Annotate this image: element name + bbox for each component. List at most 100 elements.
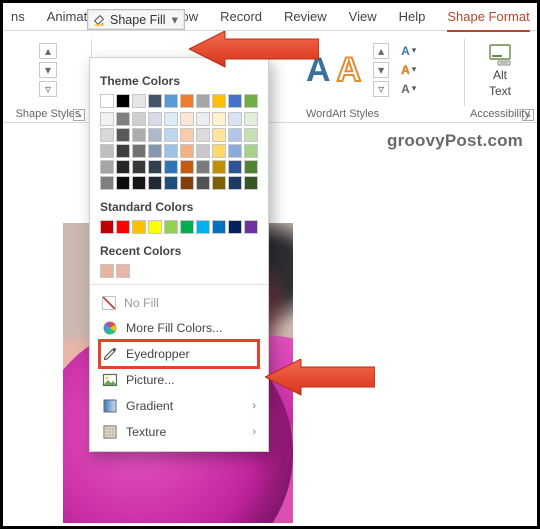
color-swatch[interactable] — [132, 176, 146, 190]
shape-fill-button[interactable]: Shape Fill ▾ — [87, 9, 185, 30]
color-swatch[interactable] — [196, 160, 210, 174]
color-swatch[interactable] — [148, 144, 162, 158]
color-swatch[interactable] — [100, 112, 114, 126]
color-swatch[interactable] — [164, 160, 178, 174]
gallery-up-button[interactable]: ▴ — [39, 43, 57, 59]
color-swatch[interactable] — [228, 94, 242, 108]
color-swatch[interactable] — [116, 128, 130, 142]
color-swatch[interactable] — [100, 264, 114, 278]
color-swatch[interactable] — [132, 112, 146, 126]
color-swatch[interactable] — [116, 220, 130, 234]
color-swatch[interactable] — [212, 176, 226, 190]
tab-label: ns — [11, 9, 25, 24]
color-swatch[interactable] — [212, 112, 226, 126]
color-swatch[interactable] — [196, 112, 210, 126]
color-swatch[interactable] — [180, 94, 194, 108]
color-swatch[interactable] — [196, 220, 210, 234]
color-swatch[interactable] — [244, 144, 258, 158]
color-swatch[interactable] — [212, 94, 226, 108]
color-swatch[interactable] — [244, 112, 258, 126]
text-fill-button[interactable]: A▾ — [401, 43, 425, 59]
color-swatch[interactable] — [244, 220, 258, 234]
color-swatch[interactable] — [164, 176, 178, 190]
gallery-down-button[interactable]: ▾ — [39, 62, 57, 78]
texture-fill-item[interactable]: Texture › — [100, 419, 258, 445]
color-swatch[interactable] — [116, 160, 130, 174]
gallery-down-button[interactable]: ▾ — [373, 62, 389, 78]
text-outline-button[interactable]: A▾ — [401, 62, 425, 78]
more-fill-colors-item[interactable]: More Fill Colors... — [100, 315, 258, 341]
color-swatch[interactable] — [180, 128, 194, 142]
color-swatch[interactable] — [244, 128, 258, 142]
color-swatch[interactable] — [228, 144, 242, 158]
color-swatch[interactable] — [148, 220, 162, 234]
gallery-more-button[interactable]: ▿ — [39, 81, 57, 97]
tab-shape-format[interactable]: Shape Format — [447, 9, 529, 32]
color-swatch[interactable] — [132, 128, 146, 142]
gallery-up-button[interactable]: ▴ — [373, 43, 389, 59]
color-swatch[interactable] — [180, 176, 194, 190]
color-swatch[interactable] — [196, 94, 210, 108]
gallery-more-button[interactable]: ▿ — [373, 81, 389, 97]
color-swatch[interactable] — [244, 160, 258, 174]
color-swatch[interactable] — [132, 144, 146, 158]
color-swatch[interactable] — [116, 264, 130, 278]
alt-text-button[interactable]: Alt Text — [480, 42, 520, 98]
color-swatch[interactable] — [164, 94, 178, 108]
color-swatch[interactable] — [116, 144, 130, 158]
color-swatch[interactable] — [164, 128, 178, 142]
separator — [90, 284, 268, 285]
color-swatch[interactable] — [228, 112, 242, 126]
color-swatch[interactable] — [212, 220, 226, 234]
color-swatch[interactable] — [212, 160, 226, 174]
wordart-preview-outline[interactable]: A — [337, 53, 362, 87]
color-swatch[interactable] — [116, 112, 130, 126]
color-swatch[interactable] — [228, 220, 242, 234]
color-swatch[interactable] — [148, 128, 162, 142]
color-swatch[interactable] — [228, 176, 242, 190]
color-swatch[interactable] — [148, 94, 162, 108]
color-swatch[interactable] — [164, 112, 178, 126]
color-swatch[interactable] — [132, 160, 146, 174]
gradient-fill-item[interactable]: Gradient › — [100, 393, 258, 419]
color-swatch[interactable] — [100, 160, 114, 174]
color-swatch[interactable] — [212, 144, 226, 158]
picture-fill-item[interactable]: Picture... — [100, 367, 258, 393]
eyedropper-icon — [102, 346, 118, 362]
color-swatch[interactable] — [164, 220, 178, 234]
color-swatch[interactable] — [196, 128, 210, 142]
color-swatch[interactable] — [100, 94, 114, 108]
color-swatch[interactable] — [100, 220, 114, 234]
tab-transitions-cut[interactable]: ns — [11, 9, 25, 30]
color-swatch[interactable] — [196, 144, 210, 158]
color-swatch[interactable] — [180, 220, 194, 234]
text-effects-button[interactable]: A▾ — [401, 81, 425, 97]
color-swatch[interactable] — [196, 176, 210, 190]
tab-record[interactable]: Record — [220, 9, 262, 30]
color-swatch[interactable] — [100, 144, 114, 158]
no-fill-item[interactable]: No Fill — [100, 291, 258, 315]
color-swatch[interactable] — [228, 128, 242, 142]
color-swatch[interactable] — [116, 94, 130, 108]
tab-view[interactable]: View — [349, 9, 377, 30]
shape-styles-dialog-launcher[interactable] — [73, 109, 85, 121]
color-swatch[interactable] — [180, 144, 194, 158]
color-swatch[interactable] — [116, 176, 130, 190]
color-swatch[interactable] — [148, 160, 162, 174]
color-swatch[interactable] — [244, 94, 258, 108]
color-swatch[interactable] — [148, 112, 162, 126]
tab-review[interactable]: Review — [284, 9, 327, 30]
tab-help[interactable]: Help — [399, 9, 426, 30]
color-swatch[interactable] — [100, 128, 114, 142]
color-swatch[interactable] — [132, 94, 146, 108]
color-swatch[interactable] — [180, 160, 194, 174]
color-swatch[interactable] — [212, 128, 226, 142]
color-swatch[interactable] — [228, 160, 242, 174]
color-swatch[interactable] — [180, 112, 194, 126]
color-swatch[interactable] — [132, 220, 146, 234]
color-swatch[interactable] — [100, 176, 114, 190]
eyedropper-item[interactable]: Eyedropper — [100, 341, 258, 367]
color-swatch[interactable] — [244, 176, 258, 190]
color-swatch[interactable] — [148, 176, 162, 190]
color-swatch[interactable] — [164, 144, 178, 158]
